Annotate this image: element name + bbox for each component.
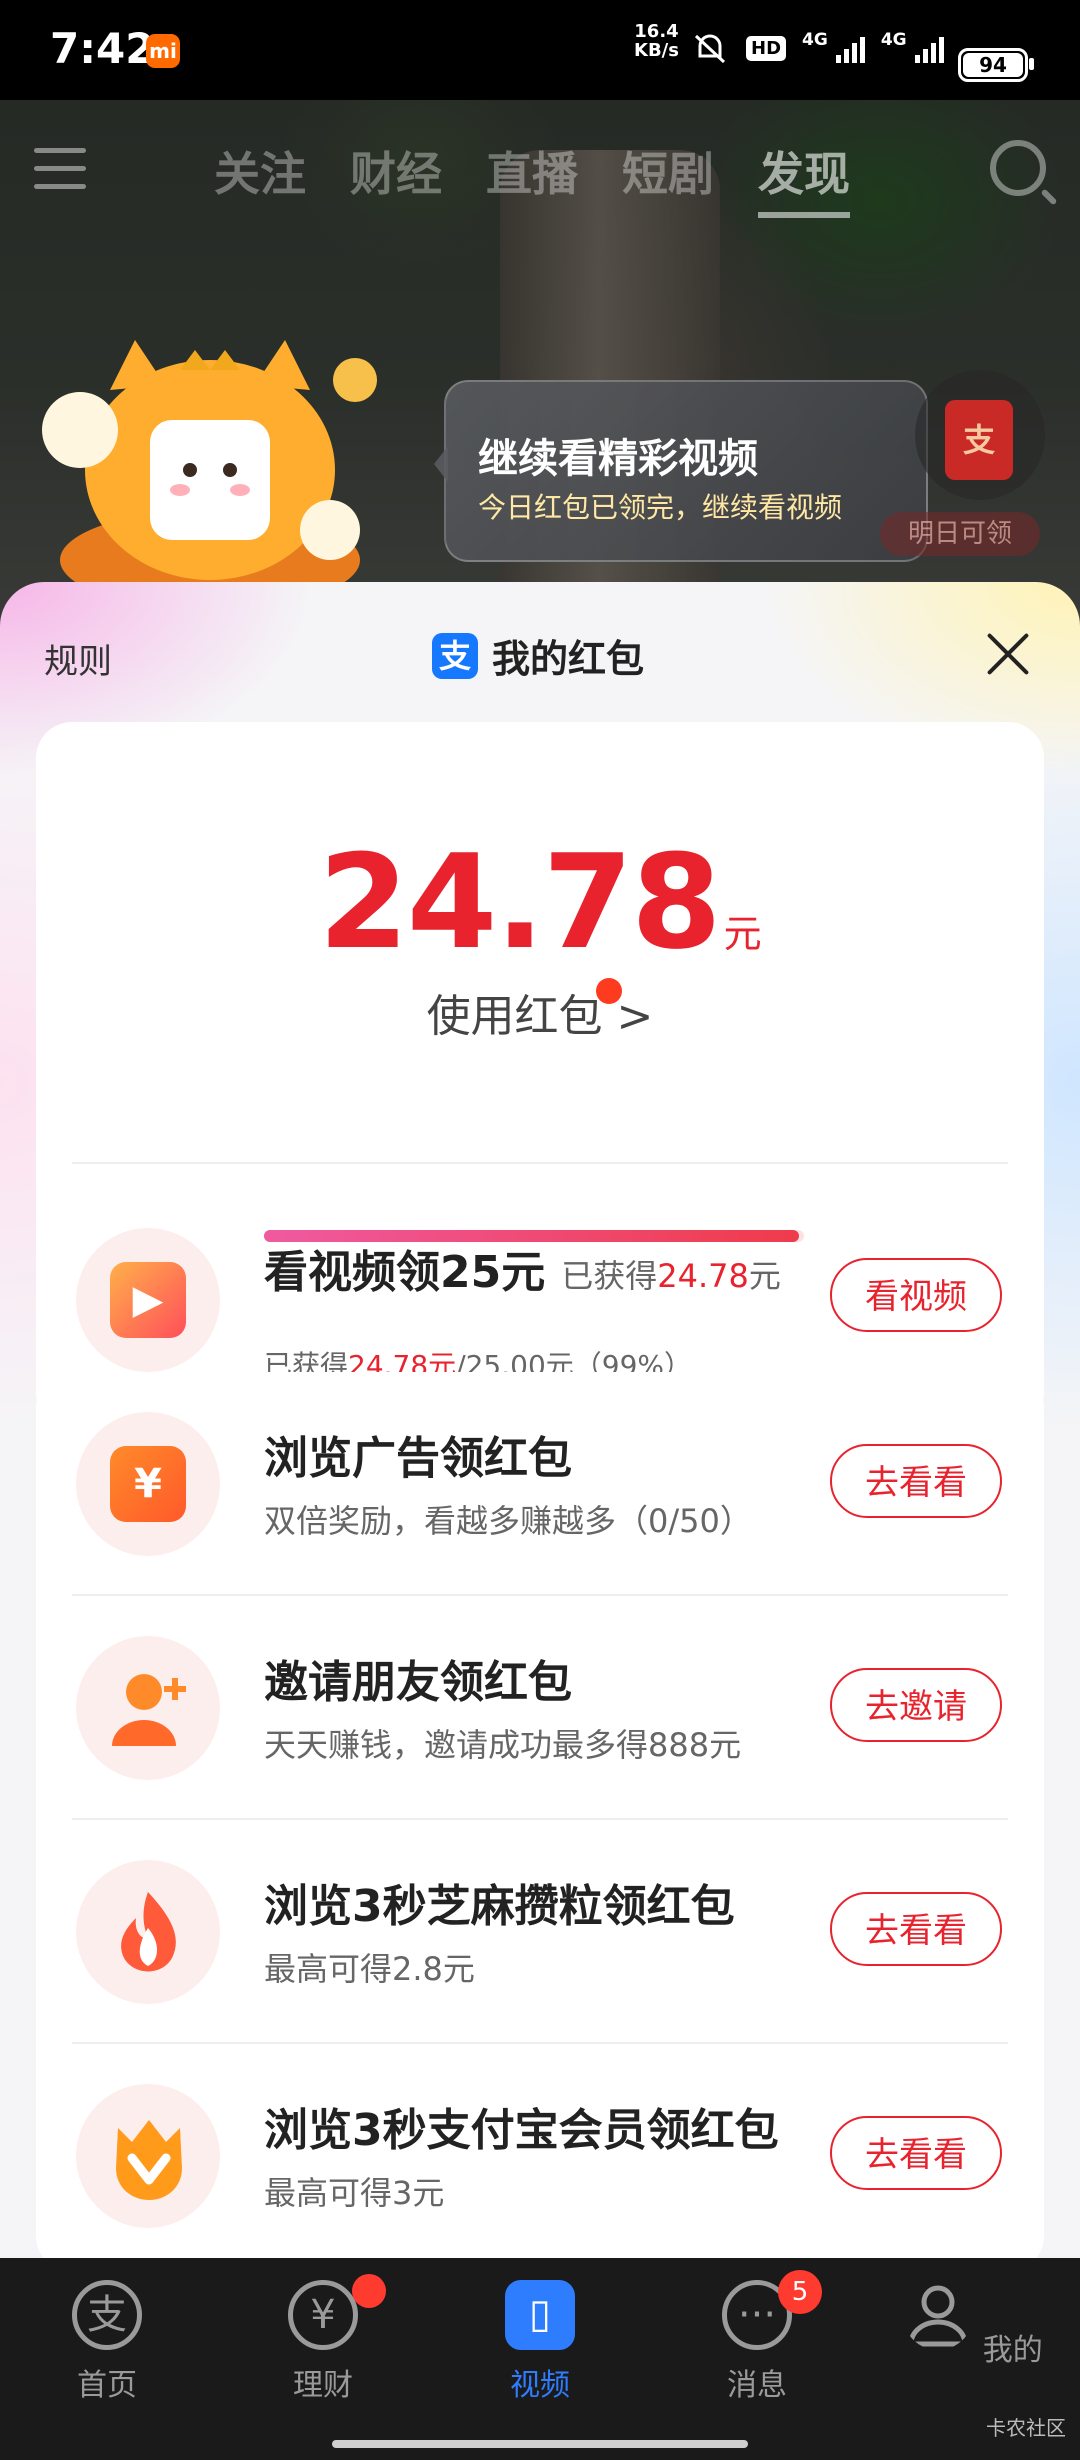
member-crown-icon (116, 2120, 182, 2200)
mi-app-icon: mi (146, 34, 180, 68)
tasks-card: ¥ 浏览广告领红包 双倍奖励，看越多赚越多（0/50） 去看看 邀请朋友领红包 … (36, 1372, 1044, 2258)
network-speed-unit: KB/s (634, 40, 679, 61)
task-desc: 天天赚钱，邀请成功最多得888元 (264, 1726, 742, 1764)
use-red-envelope-link[interactable]: 使用红包 > (36, 980, 1044, 1044)
hd-voice-icon: HD (746, 35, 787, 61)
tab-short-drama[interactable]: 短剧 (622, 138, 714, 218)
nav-wealth[interactable]: ¥ 理财 (248, 2274, 398, 2404)
network-speed: 16.4 KB/s (634, 22, 679, 60)
divider (72, 2042, 1008, 2044)
invite-friend-button[interactable]: 去邀请 (830, 1668, 1002, 1742)
signal-icon-2 (914, 33, 944, 63)
balance-card: 24.78 元 使用红包 > ▶ 看视频领25元 已获得24.78元 已获得24.7… (36, 722, 1044, 1428)
battery-level: 94 (979, 53, 1007, 77)
rules-link[interactable]: 规则 (44, 634, 112, 683)
message-badge: 5 (778, 2270, 822, 2314)
side-red-envelope[interactable]: 支 (915, 370, 1045, 500)
home-indicator[interactable] (332, 2440, 748, 2448)
sesame-browse-button[interactable]: 去看看 (830, 1892, 1002, 1966)
nav-label: 我的 (982, 2333, 1043, 2368)
add-friend-icon (112, 1674, 186, 1746)
network-type-2: 4G (880, 30, 907, 50)
watch-task-title-row: 看视频领25元 已获得24.78元 (264, 1236, 781, 1300)
tab-discover[interactable]: 发现 (758, 138, 850, 218)
nav-profile[interactable]: 我的 (898, 2280, 1048, 2369)
bubble-title: 继续看精彩视频 (478, 436, 758, 482)
alipay-logo-icon: 支 (432, 632, 478, 679)
red-envelope-sheet: 规则 支 我的红包 24.78 元 使用红包 > ▶ 看视频领25元 已获得24.7… (0, 582, 1080, 2258)
alipay-home-icon: 支 (72, 2280, 142, 2350)
earned-unit: 元 (748, 1257, 781, 1295)
nav-label: 首页 (77, 2368, 137, 2403)
tab-finance[interactable]: 财经 (350, 138, 442, 218)
earned-value: 24.78 (657, 1257, 749, 1295)
mute-bell-icon (694, 34, 726, 64)
nav-label: 视频 (510, 2368, 570, 2403)
network-type-1: 4G (802, 30, 828, 50)
sheet-header: 规则 支 我的红包 (0, 582, 1080, 722)
menu-icon[interactable] (34, 148, 86, 192)
network-speed-value: 16.4 (634, 21, 679, 42)
continue-watching-bubble[interactable]: 继续看精彩视频 今日红包已领完，继续看视频 (434, 380, 928, 562)
nav-messages[interactable]: ··· 消息 5 (682, 2270, 832, 2404)
search-icon[interactable] (990, 140, 1046, 196)
watermark: 卡农社区 (986, 2416, 1066, 2440)
divider (72, 1594, 1008, 1596)
task-title: 邀请朋友领红包 (264, 1657, 572, 1708)
nav-label: 理财 (293, 2368, 353, 2403)
task-desc: 最高可得3元 (264, 2174, 445, 2212)
browse-ads-button[interactable]: 去看看 (830, 1444, 1002, 1518)
task-desc: 最高可得2.8元 (264, 1950, 475, 1988)
member-task-icon (76, 2084, 220, 2228)
watch-video-task-icon: ▶ (76, 1228, 220, 1372)
top-tabs: 关注 财经 直播 短剧 发现 (214, 138, 850, 218)
play-icon: ▶ (110, 1262, 186, 1338)
task-title: 浏览广告领红包 (264, 1433, 572, 1484)
divider (72, 1162, 1008, 1164)
mascot-cat-illustration (42, 340, 377, 610)
balance-amount-row: 24.78 元 (36, 826, 1044, 978)
progress-fill (264, 1230, 799, 1242)
status-bar: 7:42 mi 16.4 KB/s HD 4G 4G 94 (0, 0, 1080, 100)
balance-unit: 元 (723, 912, 762, 956)
tab-live[interactable]: 直播 (486, 138, 578, 218)
sesame-flame-icon (121, 1892, 176, 1972)
task-title: 浏览3秒芝麻攒粒领红包 (264, 1881, 735, 1932)
tomorrow-claim-label: 明日可领 (880, 512, 1040, 556)
wealth-badge-dot (352, 2274, 386, 2308)
sheet-title-group: 支 我的红包 (432, 628, 644, 683)
battery-icon: 94 (958, 48, 1034, 82)
task-title: 浏览3秒支付宝会员领红包 (264, 2105, 779, 2156)
watch-task-title: 看视频领25元 (264, 1247, 546, 1298)
red-envelope-icon: 支 (945, 400, 1013, 480)
divider (72, 1818, 1008, 1820)
bottom-nav: 支 首页 ¥ 理财 ▯ 视频 ··· 消息 5 我的 (0, 2258, 1080, 2460)
task-desc: 双倍奖励，看越多赚越多（0/50） (264, 1502, 752, 1540)
video-icon: ▯ (505, 2280, 575, 2350)
invite-friend-task-icon (76, 1636, 220, 1780)
watch-video-button[interactable]: 看视频 (830, 1258, 1002, 1332)
earned-prefix: 已获得 (561, 1257, 658, 1295)
balance-amount: 24.78 (318, 826, 721, 978)
wealth-icon: ¥ (288, 2280, 358, 2350)
yen-icon: ¥ (110, 1446, 186, 1522)
browse-ads-task-icon: ¥ (76, 1412, 220, 1556)
watch-task-progress-bar (264, 1230, 804, 1242)
member-browse-button[interactable]: 去看看 (830, 2116, 1002, 2190)
sheet-title: 我的红包 (492, 637, 645, 681)
nav-home[interactable]: 支 首页 (32, 2280, 182, 2404)
profile-icon (908, 2285, 968, 2347)
tab-follow[interactable]: 关注 (214, 138, 306, 218)
watch-task-earned: 已获得24.78元 (561, 1257, 781, 1295)
status-icons: HD 4G 4G (690, 30, 944, 66)
nav-label: 消息 (727, 2368, 787, 2403)
nav-video[interactable]: ▯ 视频 (465, 2280, 615, 2404)
sesame-task-icon (76, 1860, 220, 2004)
notification-dot (596, 978, 622, 1004)
top-nav: 关注 财经 直播 短剧 发现 (0, 130, 1080, 220)
signal-icon-1 (835, 33, 865, 63)
close-button[interactable] (986, 632, 1030, 676)
bubble-subtitle: 今日红包已领完，继续看视频 (478, 491, 843, 524)
status-time: 7:42 (50, 24, 155, 73)
